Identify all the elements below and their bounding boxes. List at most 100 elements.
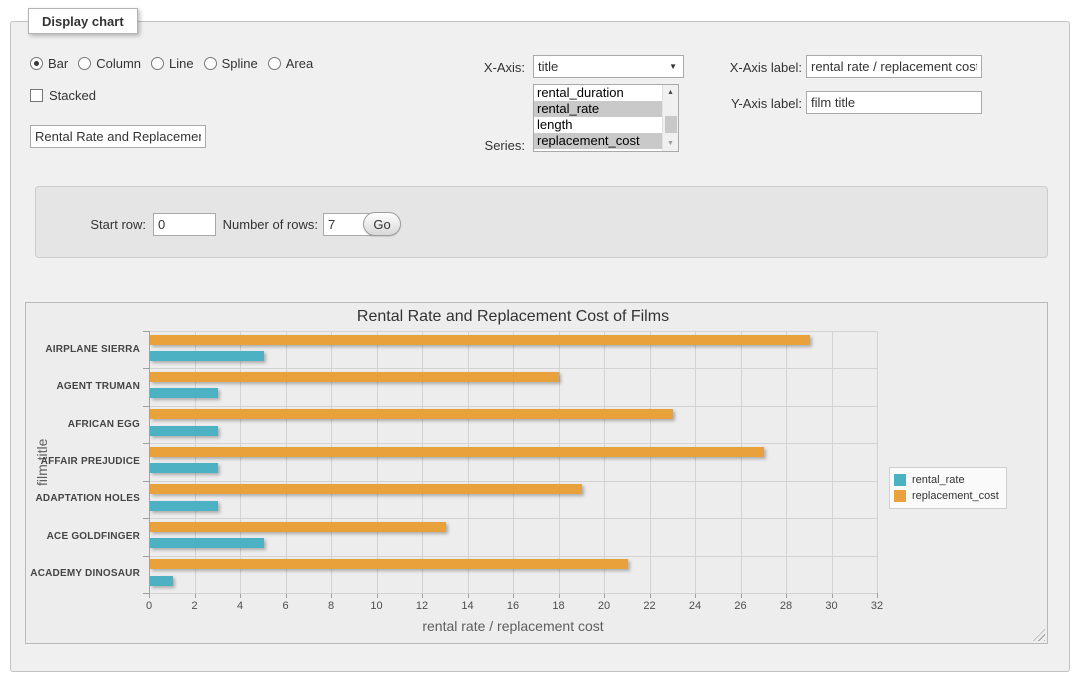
x-tick-label: 18 [539,600,579,612]
bar-rental_rate[interactable] [150,501,218,511]
x-tick-label: 28 [766,600,806,612]
radio-line-icon[interactable] [151,57,164,70]
bar-replacement_cost[interactable] [150,559,628,569]
stacked-checkbox[interactable] [30,89,43,102]
gridline-vertical [422,331,423,593]
radio-line-label: Line [169,56,194,71]
radio-area[interactable]: Area [268,56,313,71]
gridline-vertical [786,331,787,593]
stacked-checkbox-row[interactable]: Stacked [30,88,96,103]
gridline-vertical [559,331,560,593]
series-option-rental-rate[interactable]: rental_rate [534,101,662,117]
x-tick-label: 24 [675,600,715,612]
x-tick-label: 20 [584,600,624,612]
x-tick-label: 2 [175,600,215,612]
series-listbox[interactable]: rental_duration rental_rate length repla… [533,84,679,152]
radio-bar[interactable]: Bar [30,56,68,71]
y-axis-label-input[interactable] [806,91,982,114]
go-button[interactable]: Go [363,212,401,236]
scrollbar-thumb[interactable] [665,116,677,133]
x-axis-select-value: title [538,59,558,74]
category-label: AGENT TRUMAN [26,381,140,392]
bar-replacement_cost[interactable] [150,372,559,382]
gridline-vertical [331,331,332,593]
gridline-horizontal [149,556,877,557]
x-tick-label: 0 [129,600,169,612]
x-axis-label-input[interactable] [806,55,982,78]
radio-spline-icon[interactable] [204,57,217,70]
x-tick-label: 6 [266,600,306,612]
panel-legend: Display chart [28,8,138,34]
category-label: ADAPTATION HOLES [26,493,140,504]
radio-area-icon[interactable] [268,57,281,70]
rental-rate-swatch-icon [894,474,906,486]
scroll-down-icon[interactable]: ▼ [663,136,678,151]
radio-area-label: Area [286,56,313,71]
x-axis-label-field-label: X-Axis label: [660,60,802,75]
gridline-vertical [877,331,878,593]
series-scrollbar[interactable]: ▲ ▼ [662,85,678,151]
radio-line[interactable]: Line [151,56,194,71]
bar-rental_rate[interactable] [150,351,264,361]
chart-legend[interactable]: rental_rate replacement_cost [889,467,1007,509]
legend-label: replacement_cost [912,490,999,502]
x-axis-label-text: X-Axis: [400,60,525,75]
legend-label: rental_rate [912,474,965,486]
gridline-vertical [468,331,469,593]
bar-replacement_cost[interactable] [150,409,673,419]
x-tick-label: 12 [402,600,442,612]
gridline-vertical [240,331,241,593]
number-of-rows-label: Number of rows: [186,217,318,232]
gridline-horizontal [149,368,877,369]
bar-replacement_cost[interactable] [150,447,764,457]
bar-replacement_cost[interactable] [150,335,810,345]
radio-spline[interactable]: Spline [204,56,258,71]
x-tick-label: 8 [311,600,351,612]
x-tick-label: 10 [357,600,397,612]
legend-item-rental-rate[interactable]: rental_rate [894,472,999,488]
series-option-rental-duration[interactable]: rental_duration [534,85,662,101]
gridline-vertical [741,331,742,593]
row-range-box: Start row: Number of rows: Go [35,186,1048,258]
series-option-replacement-cost[interactable]: replacement_cost [534,133,662,149]
bar-rental_rate[interactable] [150,538,264,548]
stacked-label: Stacked [49,88,96,103]
chart-type-radio-group: Bar Column Line Spline Area [30,56,313,71]
gridline-vertical [195,331,196,593]
bar-replacement_cost[interactable] [150,522,446,532]
bar-rental_rate[interactable] [150,388,218,398]
chart-container: Rental Rate and Replacement Cost of Film… [25,302,1048,644]
chart-title-input[interactable] [30,125,206,148]
gridline-vertical [695,331,696,593]
radio-bar-label: Bar [48,56,68,71]
radio-column-label: Column [96,56,141,71]
x-tick-label: 22 [630,600,670,612]
x-tick-label: 16 [493,600,533,612]
x-tick-label: 32 [857,600,897,612]
y-axis-label-field-label: Y-Axis label: [660,96,802,111]
bar-rental_rate[interactable] [150,576,173,586]
radio-column-icon[interactable] [78,57,91,70]
gridline-vertical [286,331,287,593]
gridline-vertical [377,331,378,593]
gridline-horizontal [149,518,877,519]
legend-item-replacement-cost[interactable]: replacement_cost [894,488,999,504]
gridline-vertical [604,331,605,593]
radio-bar-icon[interactable] [30,57,43,70]
category-label: ACADEMY DINOSAUR [26,568,140,579]
gridline-horizontal [149,443,877,444]
start-row-label: Start row: [36,217,146,232]
series-option-length[interactable]: length [534,117,662,133]
series-label-text: Series: [400,138,525,153]
bar-replacement_cost[interactable] [150,484,582,494]
x-tick-label: 14 [448,600,488,612]
gridline-horizontal [149,331,877,332]
x-axis-tick [877,593,878,598]
bar-rental_rate[interactable] [150,463,218,473]
radio-column[interactable]: Column [78,56,141,71]
panel-legend-label: Display chart [42,14,124,29]
category-label: ACE GOLDFINGER [26,531,140,542]
gridline-horizontal [149,481,877,482]
chart-x-axis-title: rental rate / replacement cost [149,618,877,634]
bar-rental_rate[interactable] [150,426,218,436]
